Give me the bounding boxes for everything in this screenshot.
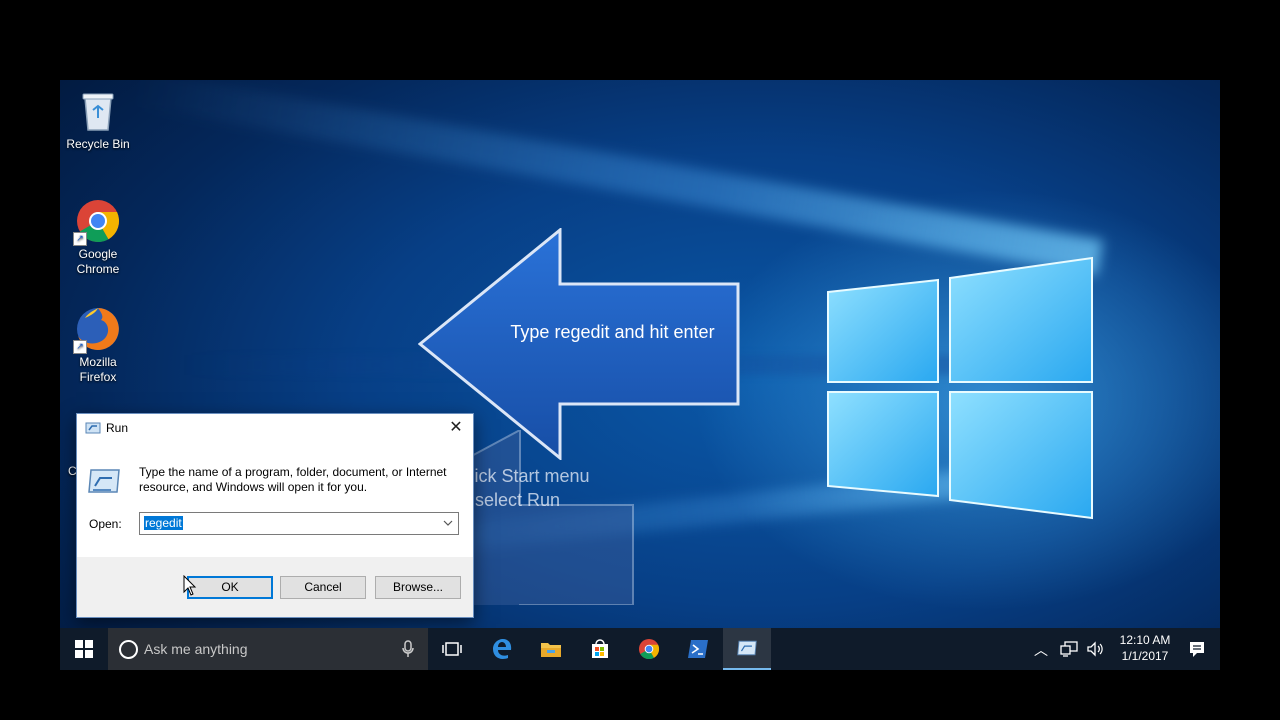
- recycle-bin-icon: [75, 88, 121, 134]
- clock-date: 1/1/2017: [1121, 649, 1169, 663]
- taskbar-run[interactable]: [723, 628, 771, 670]
- file-explorer-icon: [541, 643, 561, 657]
- mouse-cursor-icon: [183, 575, 197, 596]
- shortcut-arrow-icon: ↗: [73, 232, 87, 246]
- start-button[interactable]: [60, 628, 108, 670]
- ok-button[interactable]: OK: [187, 576, 273, 599]
- desktop-icon-label: Recycle Bin: [66, 137, 130, 151]
- run-dialog: Run ✕ Type the name of a program, folder…: [76, 413, 474, 618]
- taskbar-chrome[interactable]: [625, 628, 673, 670]
- run-icon: [85, 422, 101, 434]
- task-view-button[interactable]: [428, 628, 476, 670]
- clock-time: 12:10 AM: [1119, 633, 1171, 647]
- open-combobox[interactable]: regedit: [139, 512, 459, 535]
- desktop-icon-mozilla-firefox[interactable]: ↗ Mozilla Firefox: [60, 306, 136, 385]
- close-icon[interactable]: ✕: [445, 418, 467, 438]
- chevron-up-icon[interactable]: ︿: [1034, 640, 1048, 660]
- cancel-button[interactable]: Cancel: [280, 576, 366, 599]
- chevron-down-icon[interactable]: [442, 516, 454, 530]
- desktop-icon-recycle-bin[interactable]: Recycle Bin: [60, 88, 136, 152]
- taskbar: Ask me anything ︿ 12:10 AM 1/1/2017: [60, 628, 1220, 670]
- run-icon: [737, 640, 757, 656]
- chrome-icon: [638, 638, 660, 660]
- run-program-icon: [88, 469, 120, 493]
- task-view-icon: [442, 642, 462, 656]
- taskbar-edge[interactable]: [478, 628, 526, 670]
- search-placeholder: Ask me anything: [144, 641, 248, 657]
- powershell-icon: [688, 640, 708, 658]
- firefox-icon: ↗: [73, 306, 121, 354]
- microphone-icon[interactable]: [402, 640, 414, 658]
- open-input-value[interactable]: regedit: [144, 516, 183, 530]
- taskbar-store[interactable]: [576, 628, 624, 670]
- network-icon[interactable]: [1060, 641, 1078, 657]
- cortana-search-box[interactable]: Ask me anything: [108, 628, 428, 670]
- desktop-icon-label: Google Chrome: [76, 247, 120, 276]
- run-dialog-description: Type the name of a program, folder, docu…: [139, 465, 447, 494]
- desktop-icon-google-chrome[interactable]: ↗ Google Chrome: [60, 198, 136, 277]
- shortcut-arrow-icon: ↗: [73, 340, 87, 354]
- chrome-icon: ↗: [73, 198, 121, 246]
- run-dialog-title: Run: [106, 421, 129, 435]
- store-icon: [592, 639, 608, 658]
- taskbar-powershell[interactable]: [674, 628, 722, 670]
- browse-button[interactable]: Browse...: [375, 576, 461, 599]
- system-tray: ︿ 12:10 AM 1/1/2017: [1020, 628, 1220, 670]
- desktop-icon-label: Mozilla Firefox: [79, 355, 117, 384]
- edge-icon: [493, 639, 512, 659]
- clock[interactable]: 12:10 AM 1/1/2017: [1110, 632, 1180, 664]
- volume-icon[interactable]: [1086, 640, 1104, 658]
- windows-logo-wallpaper: [827, 256, 1093, 520]
- action-center-icon[interactable]: [1188, 640, 1206, 658]
- taskbar-file-explorer[interactable]: [527, 628, 575, 670]
- open-label: Open:: [89, 517, 122, 531]
- windows-start-icon: [75, 640, 93, 658]
- callout-text: Type regedit and hit enter: [510, 322, 715, 342]
- run-dialog-titlebar[interactable]: Run ✕: [77, 414, 473, 442]
- cortana-icon: [119, 640, 138, 659]
